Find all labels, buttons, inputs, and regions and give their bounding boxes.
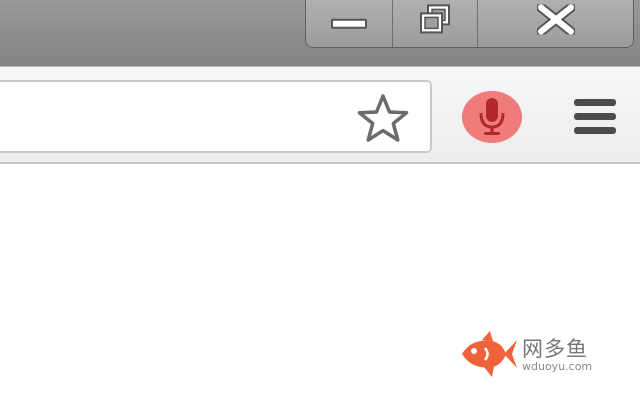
restore-icon [420,4,450,34]
hamburger-menu-icon-bar [574,99,616,106]
close-button[interactable] [478,0,633,47]
browser-menu-button[interactable] [572,97,618,137]
microphone-icon [479,98,505,135]
address-bar[interactable] [0,80,432,153]
fish-logo-icon [462,331,517,377]
star-outline-icon[interactable] [355,93,411,145]
hamburger-menu-icon-bar [574,127,616,134]
window-titlebar[interactable] [0,0,640,66]
watermark-title: 网多鱼 [522,337,588,361]
close-icon [536,4,575,35]
minimize-icon [331,18,367,29]
browser-toolbar [0,66,640,164]
voice-search-button[interactable] [462,91,522,143]
hamburger-menu-icon-bar [574,113,616,120]
address-input[interactable] [8,82,342,153]
minimize-button[interactable] [306,0,393,47]
window-controls [305,0,634,48]
restore-button[interactable] [393,0,478,47]
watermark-domain: wduoyu.com [522,360,593,373]
watermark: 网多鱼 wduoyu.com [460,330,610,380]
